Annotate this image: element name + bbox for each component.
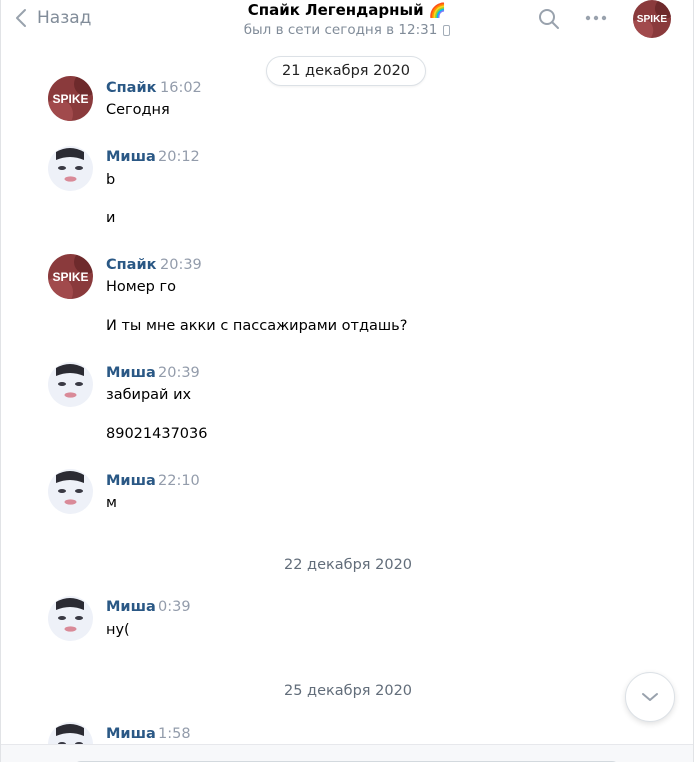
chat-header: Назад Спайк Легендарный 🌈 был в сети сег… — [1, 0, 693, 44]
message-text: Сегодня — [106, 102, 170, 118]
online-status: был в сети сегодня в 12:31 — [244, 22, 451, 38]
message-time[interactable]: 1:58 — [158, 726, 191, 742]
date-separator: 25 декабря 2020 — [283, 683, 413, 699]
avatar[interactable]: SPIKE — [48, 254, 93, 299]
message-text: 89021437036 — [106, 426, 208, 442]
rainbow-emoji: 🌈 — [428, 3, 447, 19]
message-time[interactable]: 0:39 — [158, 599, 191, 615]
message-text: И ты мне акки с пассажирами отдашь? — [106, 318, 408, 334]
avatar[interactable] — [48, 146, 93, 191]
message-time[interactable]: 20:12 — [158, 149, 200, 165]
message-time[interactable]: 20:39 — [160, 257, 202, 273]
message-text: забирай их — [106, 387, 192, 403]
message-text: ну( — [106, 622, 130, 638]
search-icon[interactable] — [538, 8, 560, 34]
message-author[interactable]: Миша — [106, 599, 156, 615]
date-pill: 21 декабря 2020 — [266, 56, 426, 86]
date-separator: 22 декабря 2020 — [283, 557, 413, 573]
avatar[interactable] — [48, 469, 93, 514]
mobile-phone-icon — [443, 24, 451, 36]
message-author[interactable]: Спайк — [106, 80, 156, 96]
scroll-down-button[interactable] — [625, 672, 675, 722]
avatar-logo-text: SPIKE — [52, 92, 88, 106]
avatar[interactable] — [48, 362, 93, 407]
message-text: b — [106, 172, 116, 188]
message-time[interactable]: 22:10 — [158, 473, 200, 489]
avatar[interactable]: SPIKE — [48, 76, 93, 121]
avatar-logo-text: SPIKE — [637, 14, 668, 25]
message-author[interactable]: Миша — [106, 149, 156, 165]
message-text: м — [106, 495, 117, 511]
contact-avatar[interactable]: SPIKE — [633, 0, 671, 38]
message-author[interactable]: Спайк — [106, 257, 156, 273]
message-time[interactable]: 16:02 — [160, 80, 202, 96]
avatar-logo-text: SPIKE — [52, 270, 88, 284]
message-author[interactable]: Миша — [106, 365, 156, 381]
avatar[interactable] — [48, 596, 93, 641]
more-options-icon[interactable] — [584, 8, 608, 32]
message-text: Номер го — [106, 279, 176, 295]
chat-window: Назад Спайк Легендарный 🌈 был в сети сег… — [0, 0, 694, 762]
message-text: и — [106, 210, 116, 226]
message-composer — [1, 744, 693, 762]
message-author[interactable]: Миша — [106, 726, 156, 742]
chevron-down-icon — [642, 693, 658, 701]
message-time[interactable]: 20:39 — [158, 365, 200, 381]
online-status-text: был в сети сегодня в 12:31 — [243, 22, 438, 38]
chat-title-text: Спайк Легендарный — [247, 1, 424, 19]
message-author[interactable]: Миша — [106, 473, 156, 489]
